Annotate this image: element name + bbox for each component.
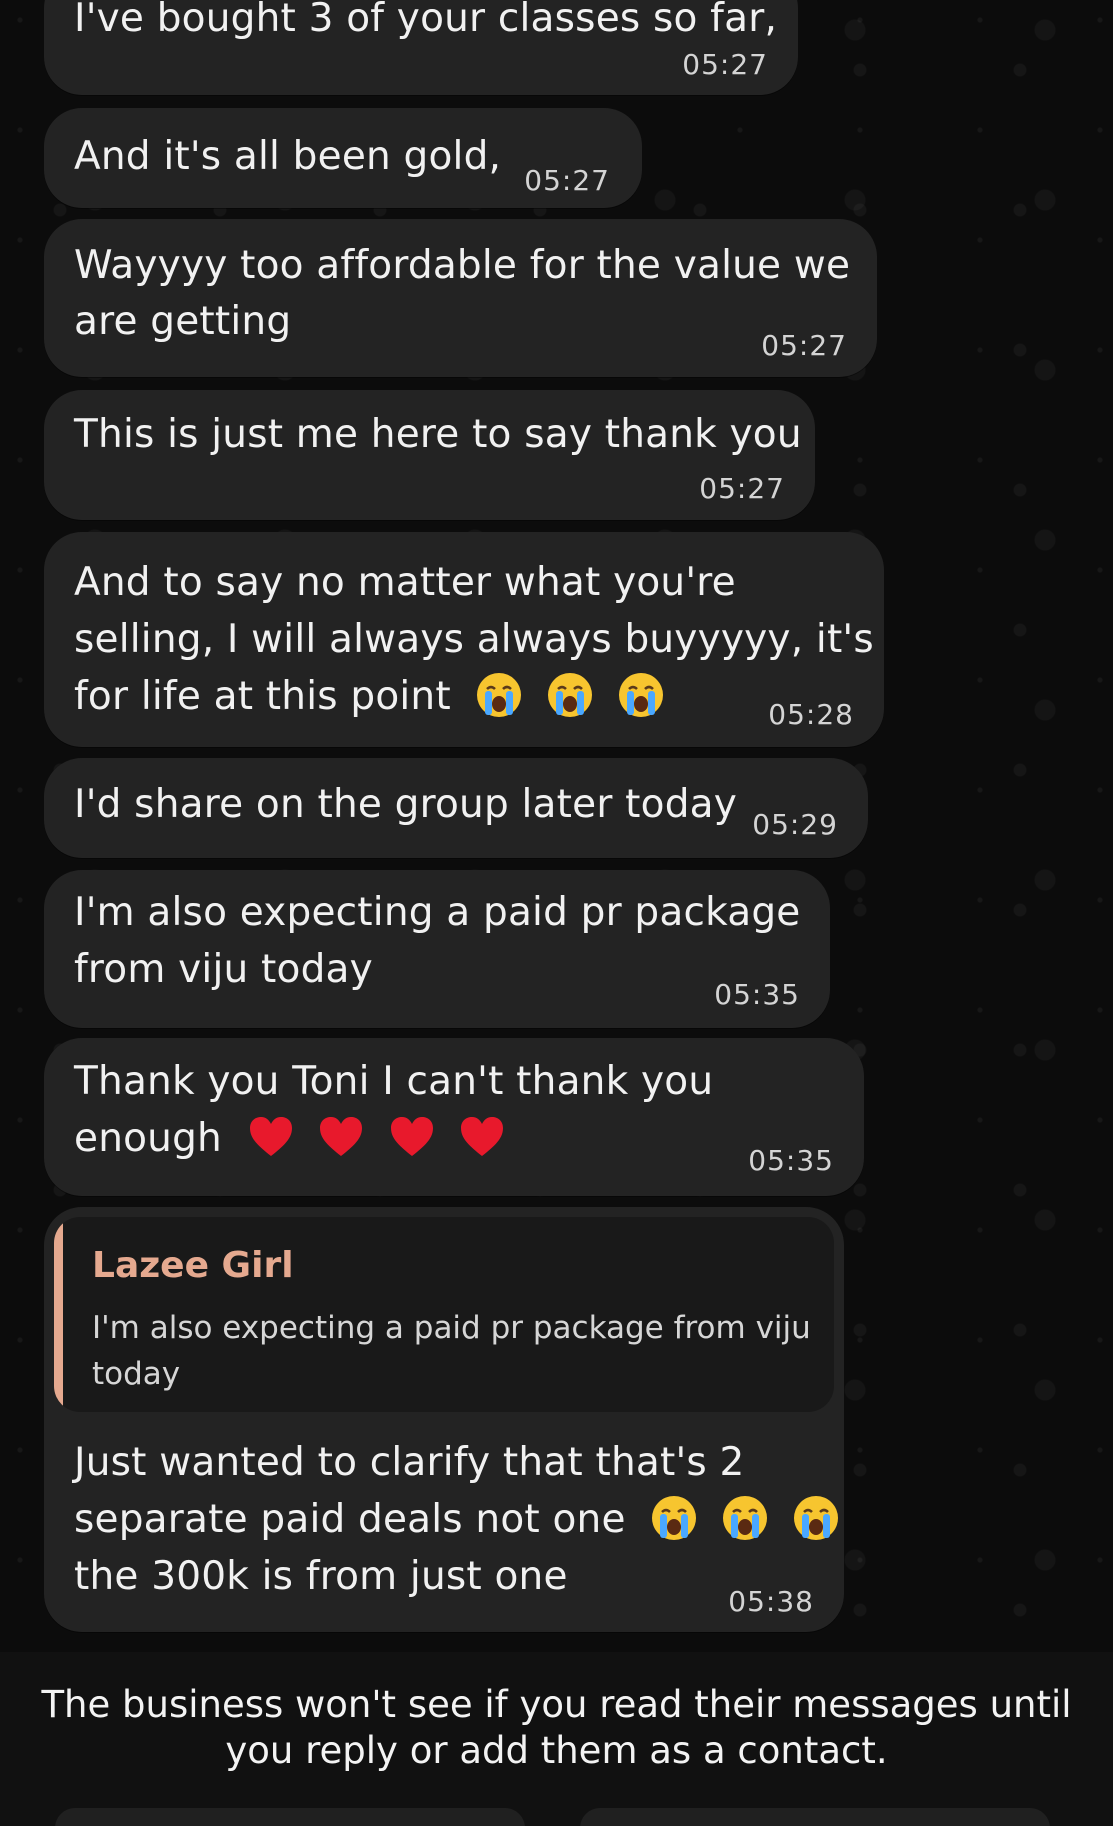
message-text: And to say no matter what you're (74, 560, 736, 605)
notice-action-button[interactable] (580, 1808, 1050, 1826)
message-text: I've bought 3 of your classes so far, (74, 0, 778, 41)
message-text-with-emoji: enough (74, 1110, 516, 1169)
message-text: Wayyyy too affordable for the value we (74, 243, 851, 288)
notice-action-button[interactable] (55, 1808, 525, 1826)
message-timestamp: 05:35 (748, 1144, 834, 1177)
message-text: from viju today (74, 947, 373, 992)
emoji-row (247, 1112, 517, 1169)
message-text: Thank you Toni I can't thank you (74, 1059, 714, 1104)
message-text-with-emoji: separate paid deals not one (74, 1491, 850, 1550)
loudly-crying-face-icon (722, 1496, 767, 1540)
red-heart-icon (249, 1117, 292, 1156)
message-bubble[interactable]: Wayyyy too affordable for the value we a… (44, 219, 877, 377)
message-timestamp: 05:38 (728, 1585, 814, 1618)
loudly-crying-face-icon (477, 673, 522, 717)
quoted-author: Lazee Girl (92, 1245, 294, 1286)
message-timestamp: 05:28 (768, 698, 854, 731)
message-text: are getting (74, 299, 292, 344)
message-text: selling, I will always always buyyyyy, i… (74, 617, 874, 662)
chat-screen: I've bought 3 of your classes so far, 05… (0, 0, 1113, 1826)
reply-message-bubble[interactable]: Lazee Girl I'm also expecting a paid pr … (44, 1207, 844, 1632)
message-timestamp: 05:27 (682, 48, 768, 81)
red-heart-icon (390, 1117, 433, 1156)
message-bubble[interactable]: Thank you Toni I can't thank you enough … (44, 1038, 864, 1196)
notice-line: you reply or add them as a contact. (225, 1729, 888, 1772)
message-text: I'd share on the group later today (74, 782, 738, 827)
loudly-crying-face-icon (793, 1496, 838, 1540)
message-text: separate paid deals not one (74, 1497, 626, 1542)
quote-accent-bar (54, 1217, 63, 1412)
message-timestamp: 05:27 (699, 472, 785, 505)
message-timestamp: 05:35 (714, 978, 800, 1011)
message-text: the 300k is from just one (74, 1554, 568, 1599)
emoji-row (475, 670, 674, 727)
loudly-crying-face-icon (652, 1496, 697, 1540)
message-text: enough (74, 1116, 222, 1161)
message-bubble[interactable]: And to say no matter what you're selling… (44, 532, 884, 747)
loudly-crying-face-icon (618, 673, 663, 717)
quoted-message[interactable]: Lazee Girl I'm also expecting a paid pr … (54, 1217, 834, 1412)
emoji-row (650, 1493, 849, 1550)
message-bubble[interactable]: I've bought 3 of your classes so far, 05… (44, 0, 798, 95)
message-timestamp: 05:27 (524, 164, 610, 197)
notice-text: The business won't see if you read their… (40, 1682, 1073, 1774)
message-timestamp: 05:29 (752, 808, 838, 841)
message-text: for life at this point (74, 674, 451, 719)
message-text: Just wanted to clarify that that's 2 (74, 1440, 745, 1485)
message-bubble[interactable]: I'd share on the group later today 05:29 (44, 758, 868, 858)
message-timestamp: 05:27 (761, 329, 847, 362)
loudly-crying-face-icon (548, 673, 593, 717)
message-text-with-emoji: for life at this point (74, 668, 675, 727)
business-read-notice: The business won't see if you read their… (0, 1652, 1113, 1826)
message-text: I'm also expecting a paid pr package (74, 890, 801, 935)
message-bubble[interactable]: I'm also expecting a paid pr package fro… (44, 870, 830, 1028)
notice-line: The business won't see if you read their… (41, 1683, 1072, 1726)
red-heart-icon (461, 1117, 504, 1156)
red-heart-icon (320, 1117, 363, 1156)
message-text: And it's all been gold, (74, 134, 502, 179)
message-bubble[interactable]: And it's all been gold, 05:27 (44, 108, 642, 208)
quoted-text: I'm also expecting a paid pr package fro… (92, 1310, 811, 1392)
message-text: This is just me here to say thank you (74, 412, 802, 457)
message-bubble[interactable]: This is just me here to say thank you 05… (44, 390, 815, 520)
